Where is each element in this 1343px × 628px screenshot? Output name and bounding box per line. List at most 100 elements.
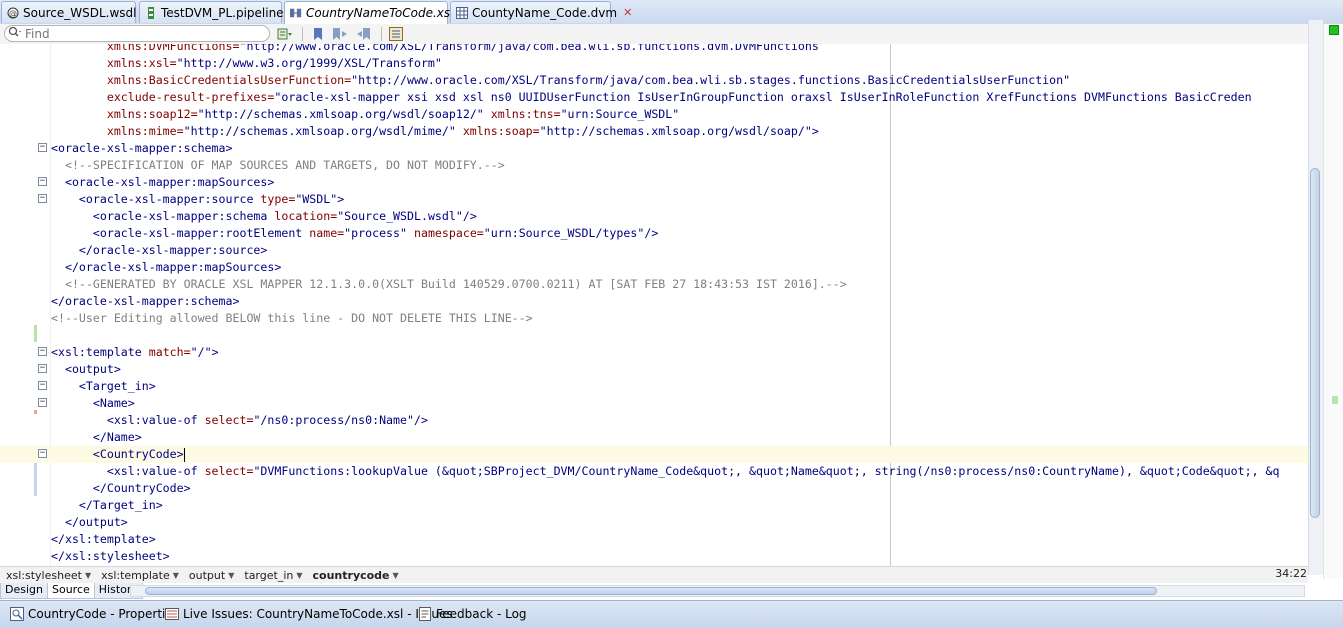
breadcrumb-item[interactable]: xsl:template ▼	[95, 569, 183, 582]
find-next-icon[interactable]	[277, 26, 293, 42]
tab-countrynametocode-xsl[interactable]: CountryNameToCode.xsl ✕	[284, 1, 469, 24]
code-line[interactable]: − <Target_in>	[0, 378, 1308, 395]
code-line[interactable]: xmlns:mime="http://schemas.xmlsoap.org/w…	[0, 123, 1308, 140]
code-line[interactable]: </xsl:stylesheet>	[0, 548, 1308, 565]
code-line[interactable]: </oracle-xsl-mapper:schema>	[0, 293, 1308, 310]
code-line[interactable]: </output>	[0, 514, 1308, 531]
code-token: <xsl:value-of	[51, 413, 205, 427]
horizontal-scrollbar[interactable]	[130, 585, 1305, 597]
horizontal-scrollbar-thumb[interactable]	[145, 587, 1157, 595]
vertical-scrollbar-thumb[interactable]	[1310, 168, 1320, 518]
code-editor[interactable]: xmlns:DVMFunctions="http://www.oracle.co…	[0, 44, 1308, 566]
breadcrumb-label: xsl:stylesheet	[6, 568, 82, 582]
collapse-icon[interactable]: −	[38, 143, 47, 152]
code-text: <oracle-xsl-mapper:mapSources>	[51, 174, 274, 191]
code-text: xmlns:BasicCredentialsUserFunction="http…	[51, 72, 1070, 89]
code-line[interactable]: </xsl:template>	[0, 531, 1308, 548]
code-token: <CountryCode>	[51, 447, 184, 461]
code-line[interactable]: − <oracle-xsl-mapper:source type="WSDL">	[0, 191, 1308, 208]
code-line[interactable]: − <Name>	[0, 395, 1308, 412]
code-token: type=	[260, 192, 296, 206]
chevron-down-icon: ▼	[228, 570, 235, 580]
dock-tab-log[interactable]: Feedback - Log	[414, 604, 531, 624]
collapse-icon[interactable]: −	[38, 177, 47, 186]
change-marker[interactable]	[1332, 396, 1338, 404]
code-token: </CountryCode>	[51, 481, 191, 495]
code-line[interactable]: − <output>	[0, 361, 1308, 378]
code-text: </CountryCode>	[51, 480, 191, 497]
code-token: "http://www.oracle.com/XSL/Transform/jav…	[239, 44, 819, 53]
code-token: <!--User Editing allowed BELOW this line…	[51, 311, 533, 325]
collapse-icon[interactable]: −	[38, 398, 47, 407]
code-token: </Target_in>	[51, 498, 163, 512]
code-token: <!--GENERATED BY ORACLE XSL MAPPER 12.1.…	[51, 277, 847, 291]
collapse-icon[interactable]: −	[38, 347, 47, 356]
code-line[interactable]: <xsl:value-of select="DVMFunctions:looku…	[0, 463, 1308, 480]
overview-ruler[interactable]	[1323, 24, 1343, 579]
collapse-icon[interactable]: −	[38, 194, 47, 203]
tab-source[interactable]: Source	[46, 583, 95, 599]
code-line[interactable]: − <xsl:template match="/">	[0, 344, 1308, 361]
collapse-icon[interactable]: −	[38, 449, 47, 458]
find-input[interactable]	[22, 26, 255, 41]
code-token: <xsl:template	[51, 345, 149, 359]
editor-tab-bar: @ Source_WSDL.wsdl ✕ TestDVM_PL.pipeline…	[0, 0, 1343, 25]
next-bookmark-icon[interactable]	[332, 26, 348, 42]
code-line[interactable]: </CountryCode>	[0, 480, 1308, 497]
code-line[interactable]: </Target_in>	[0, 497, 1308, 514]
code-line[interactable]	[0, 327, 1308, 344]
code-line[interactable]: exclude-result-prefixes="oracle-xsl-mapp…	[0, 89, 1308, 106]
code-text: <!--User Editing allowed BELOW this line…	[51, 310, 533, 327]
code-token: <oracle-xsl-mapper:rootElement	[51, 226, 310, 240]
code-line[interactable]: xmlns:DVMFunctions="http://www.oracle.co…	[0, 44, 1308, 55]
code-token: </oracle-xsl-mapper:source>	[51, 243, 268, 257]
chevron-down-icon: ▼	[392, 570, 399, 580]
code-line[interactable]: <!--SPECIFICATION OF MAP SOURCES AND TAR…	[0, 157, 1308, 174]
code-line[interactable]: <!--User Editing allowed BELOW this line…	[0, 310, 1308, 327]
breadcrumb-item-current[interactable]: countrycode ▼	[307, 569, 403, 582]
text-caret	[183, 447, 185, 462]
wsdl-file-icon: @	[7, 7, 19, 19]
breadcrumb-item[interactable]: output ▼	[183, 569, 238, 582]
previous-bookmark-icon[interactable]	[356, 26, 372, 42]
xsl-map-view-icon[interactable]	[388, 26, 404, 42]
code-line[interactable]: xmlns:soap12="http://schemas.xmlsoap.org…	[0, 106, 1308, 123]
collapse-icon[interactable]: −	[38, 364, 47, 373]
code-line[interactable]: </oracle-xsl-mapper:source>	[0, 242, 1308, 259]
close-icon[interactable]: ✕	[623, 6, 632, 19]
code-token: select=	[204, 464, 254, 478]
toggle-bookmark-icon[interactable]	[310, 26, 326, 42]
toolbar-divider	[302, 27, 303, 41]
code-text: <xsl:template match="/">	[51, 344, 219, 361]
search-icon[interactable]	[8, 26, 22, 41]
code-line[interactable]: <!--GENERATED BY ORACLE XSL MAPPER 12.1.…	[0, 276, 1308, 293]
code-line[interactable]: <oracle-xsl-mapper:schema location="Sour…	[0, 208, 1308, 225]
tab-testdvm-pipeline[interactable]: TestDVM_PL.pipeline ✕	[139, 1, 299, 23]
code-line[interactable]: <oracle-xsl-mapper:rootElement name="pro…	[0, 225, 1308, 242]
collapse-icon[interactable]: −	[38, 381, 47, 390]
tab-countyname-code-dvm[interactable]: CountyName_Code.dvm ✕	[450, 1, 632, 23]
code-token: "http://schemas.xmlsoap.org/wsdl/mime/"	[183, 124, 463, 138]
code-line[interactable]: xmlns:xsl="http://www.w3.org/1999/XSL/Tr…	[0, 55, 1308, 72]
code-text: <xsl:value-of select="DVMFunctions:looku…	[51, 463, 1280, 480]
code-line[interactable]: <xsl:value-of select="/ns0:process/ns0:N…	[0, 412, 1308, 429]
code-line[interactable]: </oracle-xsl-mapper:mapSources>	[0, 259, 1308, 276]
find-box[interactable]	[4, 25, 270, 42]
code-line[interactable]: </Name>	[0, 429, 1308, 446]
code-token: xmlns:DVMFunctions=	[51, 44, 240, 53]
tab-design[interactable]: Design	[0, 583, 48, 599]
code-line[interactable]: − <CountryCode>	[0, 446, 1308, 463]
issues-icon	[165, 607, 179, 621]
code-line[interactable]: − <oracle-xsl-mapper:mapSources>	[0, 174, 1308, 191]
tab-label: TestDVM_PL.pipeline	[161, 5, 284, 20]
breadcrumb-item[interactable]: target_in ▼	[238, 569, 306, 582]
tab-source-wsdl[interactable]: @ Source_WSDL.wsdl ✕	[1, 1, 152, 23]
code-line[interactable]: − <oracle-xsl-mapper:schema>	[0, 140, 1308, 157]
status-ok-icon[interactable]	[1329, 25, 1339, 35]
dock-tab-issues[interactable]: Live Issues: CountryNameToCode.xsl - Iss…	[161, 604, 457, 624]
dock-tab-properties[interactable]: CountryCode - Properties	[6, 604, 183, 624]
dock-tab-label: CountryCode - Properties	[28, 607, 179, 621]
code-token: "process"	[344, 226, 414, 240]
breadcrumb-item[interactable]: xsl:stylesheet ▼	[0, 569, 95, 582]
code-line[interactable]: xmlns:BasicCredentialsUserFunction="http…	[0, 72, 1308, 89]
